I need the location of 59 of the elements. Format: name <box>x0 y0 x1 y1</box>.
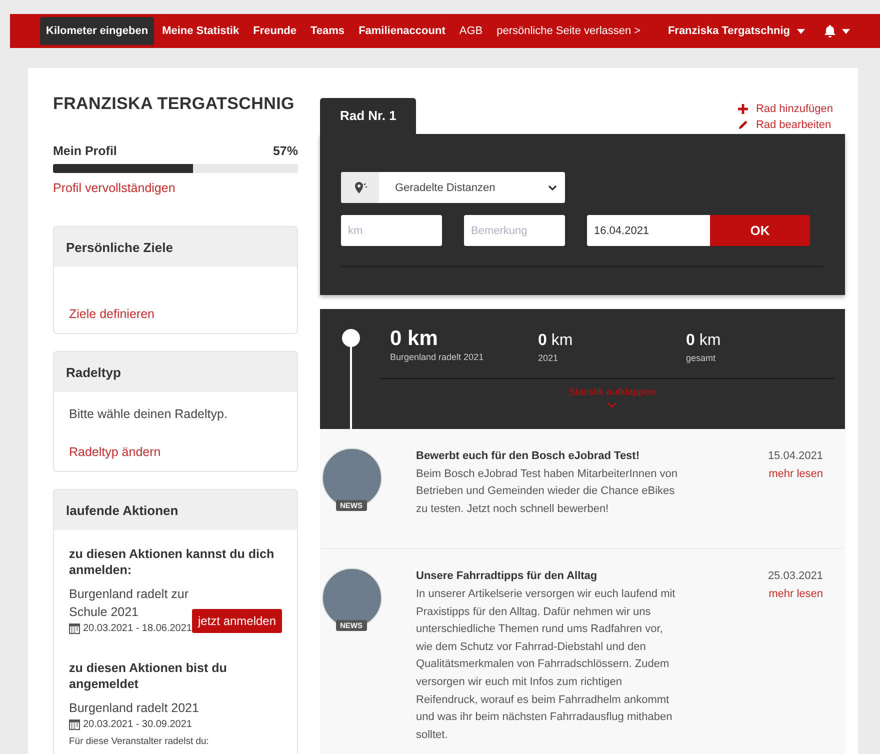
date-input[interactable]: 16.04.2021 <box>587 215 710 246</box>
total-distance: 0 km <box>390 327 439 351</box>
read-more-link[interactable]: mehr lesen <box>768 586 823 604</box>
nav-link[interactable]: Freunde <box>247 17 303 45</box>
card-title: laufende Aktionen <box>54 490 297 530</box>
add-bike-link[interactable]: Rad hinzufügen <box>738 103 833 115</box>
distance-type-select[interactable]: Geradelte Distanzen <box>341 172 565 203</box>
bike-tab[interactable]: Rad Nr. 1 <box>320 98 416 134</box>
profile-link[interactable]: Profil vervollständigen <box>53 181 176 195</box>
news-date: 15.04.2021 <box>768 449 823 464</box>
plus-icon <box>738 104 748 114</box>
goals-link[interactable]: Ziele definieren <box>69 307 154 321</box>
pencil-icon <box>738 120 748 130</box>
section-heading: zu diesen Aktionen bist du angemeldet <box>69 660 228 692</box>
km-input[interactable]: km <box>341 215 442 246</box>
location-pin-icon <box>352 180 368 194</box>
news-text: Beim Bosch eJobrad Test haben MitarbeiterInnen von Betrieben und Gemeinden wieder die Chance eBikes zu testen. Jetzt noch schnell bewerben! <box>416 466 678 517</box>
caret-icon <box>842 28 850 34</box>
card-title: Radeltyp <box>54 352 297 392</box>
event-name: Burgenland radelt 2021 <box>69 700 199 717</box>
read-more-link[interactable]: mehr lesen <box>768 466 823 484</box>
edit-bike-link[interactable]: Rad bearbeiten <box>738 119 832 131</box>
ok-button[interactable]: OK <box>710 215 810 246</box>
news-title: Unsere Fahrradtipps für den Alltag <box>416 569 598 584</box>
nav-link[interactable]: Kilometer eingeben <box>40 17 154 45</box>
event-dates: 20.03.2021 - 18.06.2021 <box>83 623 192 634</box>
nav-link[interactable]: Teams <box>304 17 351 45</box>
news-text: In unserer Artikelserie versorgen wir euch laufend mit Praxistipps für den Alltag. Dafür nehmen wir uns unterschiedliche Themen rund ums Radfahren vor, wie dem Schutz vor Fahrrad-Diebstahl und den Qualitätsmerkmalen von Fahrradschlössern. Zudem versorgen wir euch mit Infos zum richtigen Reifendruck, worauf es beim Fahrradhelm ankommt und was ihr beim nächsten Fahrradausflug mithaben solltet. <box>416 586 676 743</box>
event-name: Burgenland radelt zur Schule 2021 <box>69 586 190 621</box>
register-button[interactable]: jetzt anmelden <box>192 609 282 633</box>
calendar-icon <box>69 719 80 730</box>
remark-input[interactable]: Bemerkung <box>464 215 565 246</box>
rider-type-link[interactable]: Radeltyp ändern <box>69 445 161 459</box>
nav-link[interactable]: Familienaccount <box>352 17 452 45</box>
nav-link[interactable]: AGB <box>453 17 489 45</box>
chevron-down-icon <box>548 184 557 190</box>
event-dates: 20.03.2021 - 30.09.2021 <box>83 719 192 730</box>
profile-percent: 57% <box>272 144 298 158</box>
bell-icon <box>823 24 837 38</box>
caret-icon <box>797 28 805 34</box>
chevron-down-icon <box>607 402 617 408</box>
profile-label: Mein Profil <box>53 144 117 158</box>
section-heading: zu diesen Aktionen kannst du dich anmelden: <box>69 546 276 578</box>
stat-value: 0 km <box>686 331 722 351</box>
stat-value: 0 km <box>538 331 574 351</box>
news-date: 25.03.2021 <box>768 569 823 584</box>
nav-link[interactable]: persönliche Seite verlassen > <box>490 17 647 45</box>
news-title: Bewerbt euch für den Bosch eJobrad Test! <box>416 449 641 464</box>
stat-caption: Burgenland radelt 2021 <box>390 352 485 362</box>
notifications-menu[interactable] <box>823 24 850 38</box>
stat-caption: gesamt <box>686 353 717 363</box>
calendar-icon <box>69 623 80 634</box>
profile-name: FRANZISKA TERGATSCHNIG <box>53 94 296 114</box>
rider-type-text: Bitte wähle deinen Radeltyp. <box>69 407 228 421</box>
user-menu[interactable]: Franziska Tergatschnig <box>668 25 805 37</box>
stat-caption: 2021 <box>538 353 560 363</box>
card-title: Persönliche Ziele <box>54 227 297 267</box>
organizer-note: Für diese Veranstalter radelst du: <box>69 736 210 747</box>
nav-link[interactable]: Meine Statistik <box>156 17 246 45</box>
